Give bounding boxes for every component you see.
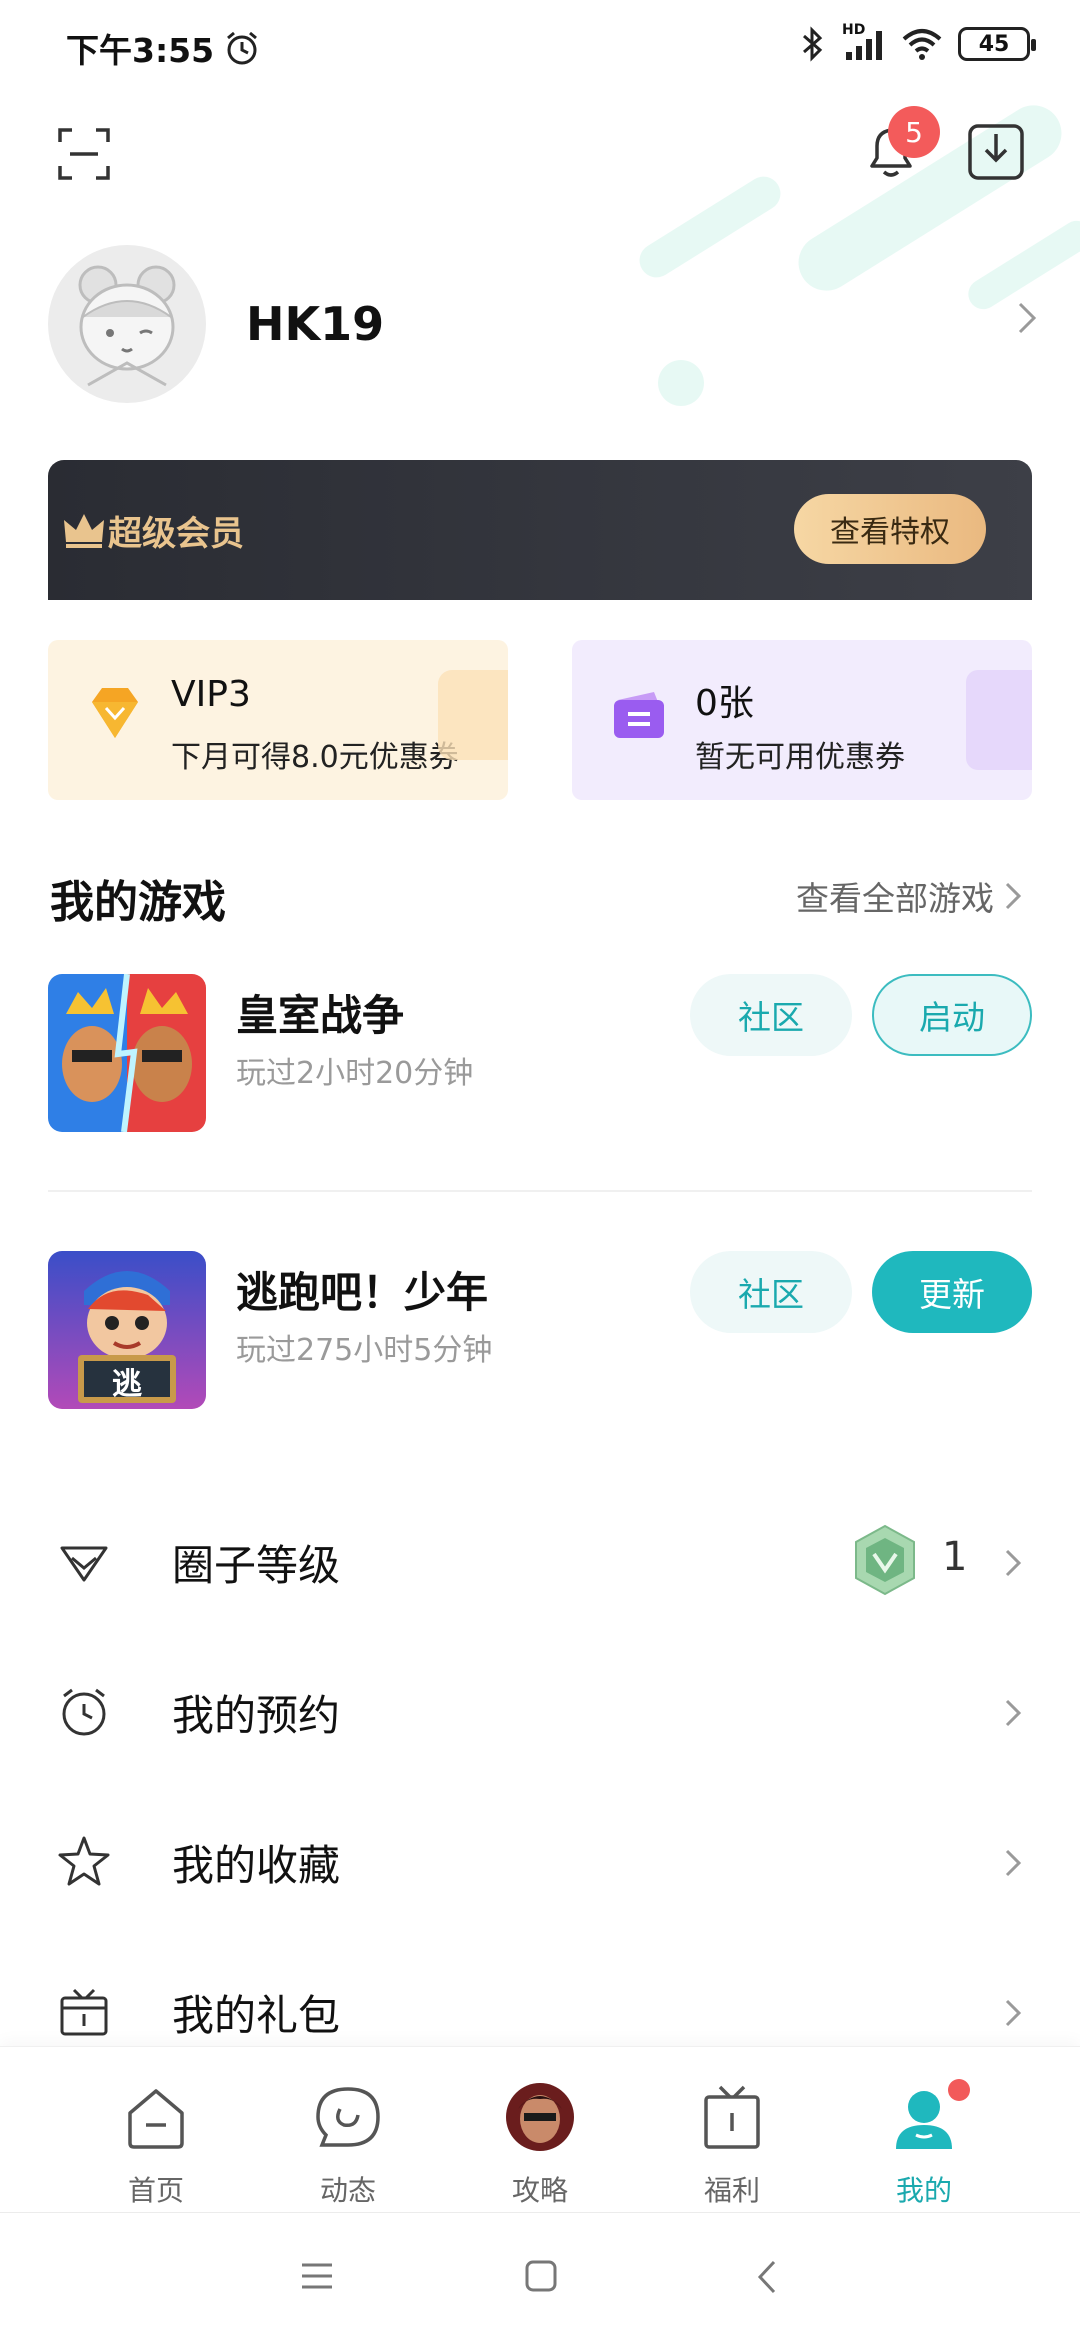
alarm-clock-icon: [62, 1688, 106, 1736]
view-privileges-button[interactable]: 查看特权: [794, 494, 986, 564]
view-all-games-link[interactable]: 查看全部游戏: [796, 872, 1022, 920]
view-all-games-label: 查看全部游戏: [796, 879, 994, 918]
nav-label: 首页: [127, 2174, 184, 2207]
update-button[interactable]: 更新: [872, 1251, 1032, 1333]
game-icon-label: 逃: [112, 1367, 142, 1402]
crown-icon: [64, 514, 104, 548]
chevron-right-icon: [1005, 1699, 1022, 1727]
chevron-right-icon: [1018, 302, 1037, 334]
avatar-illustration: [78, 265, 176, 387]
my-games-title: 我的游戏: [50, 877, 226, 928]
nav-home[interactable]: 首页: [96, 2067, 216, 2207]
nav-guides[interactable]: 攻略: [480, 2067, 600, 2207]
coupon-card-decoration: [966, 670, 1032, 770]
battery-level: 45: [978, 31, 1010, 57]
nav-label: 我的: [895, 2174, 952, 2207]
community-button[interactable]: 社区: [690, 974, 852, 1056]
menu-label: 圈子等级: [172, 1541, 341, 1590]
vip-level: VIP3: [171, 674, 251, 715]
community-button[interactable]: 社区: [690, 1251, 852, 1333]
chevron-right-icon: [1005, 882, 1022, 910]
level-badge-icon: [855, 1524, 915, 1596]
home-icon: [128, 2089, 184, 2149]
clash-royale-game-icon[interactable]: [48, 974, 206, 1132]
chevron-right-icon: [1005, 1999, 1022, 2027]
status-time: 下午3:55: [66, 31, 215, 70]
coupon-icon: [614, 692, 664, 738]
game-row[interactable]: 皇室战争 玩过2小时20分钟 社区 启动: [48, 974, 1032, 1134]
coupon-status-text: 暂无可用优惠券: [695, 740, 905, 775]
my-gift-packs-item[interactable]: 我的礼包: [48, 1956, 1032, 2056]
chevron-right-icon: [1005, 1549, 1022, 1577]
user-icon: [896, 2091, 952, 2149]
battery-icon: 45: [958, 27, 1036, 61]
guides-avatar-icon: [506, 2083, 574, 2151]
scan-icon[interactable]: [56, 126, 112, 182]
nav-label: 攻略: [511, 2174, 568, 2207]
game-name: 逃跑吧！少年: [236, 1268, 489, 1317]
divider: [48, 1190, 1032, 1192]
my-reservations-item[interactable]: 我的预约: [48, 1656, 1032, 1756]
game-playtime: 玩过2小时20分钟: [236, 1056, 474, 1091]
nav-benefits[interactable]: 福利: [672, 2067, 792, 2207]
wifi-icon: [902, 29, 942, 60]
menu-icon[interactable]: [300, 2261, 334, 2291]
notification-badge: 5: [888, 106, 940, 158]
menu-label: 我的礼包: [172, 1991, 341, 2040]
game-playtime: 玩过275小时5分钟: [236, 1333, 493, 1368]
nav-feed[interactable]: 动态: [288, 2067, 408, 2207]
chevron-right-icon: [1005, 1849, 1022, 1877]
bluetooth-icon: [803, 26, 823, 62]
game-name: 皇室战争: [236, 991, 405, 1040]
game-row[interactable]: 逃 逃跑吧！少年 玩过275小时5分钟 社区 更新: [48, 1251, 1032, 1411]
nav-label: 动态: [319, 2174, 376, 2207]
star-icon: [58, 1836, 110, 1886]
gift-icon: [704, 2085, 760, 2149]
circle-level-value: 1: [942, 1534, 968, 1580]
status-bar: 下午3:55 HD 45: [0, 0, 1080, 96]
coupon-count: 0张: [695, 683, 754, 724]
gift-icon: [60, 1988, 108, 2036]
diamond-icon: [92, 688, 138, 738]
menu-label: 我的收藏: [172, 1841, 341, 1890]
my-favorites-item[interactable]: 我的收藏: [48, 1806, 1032, 1906]
alarm-icon: [227, 31, 257, 65]
launch-button[interactable]: 启动: [872, 974, 1032, 1056]
coupon-card[interactable]: 0张 暂无可用优惠券: [572, 640, 1032, 800]
network-type-label: HD: [842, 22, 866, 38]
username: HK19: [246, 297, 385, 351]
nav-mine[interactable]: 我的: [864, 2067, 984, 2207]
cellular-signal-icon: HD: [842, 22, 886, 62]
avatar[interactable]: [48, 245, 206, 403]
home-square-icon[interactable]: [524, 2259, 558, 2293]
profile-row[interactable]: HK19: [48, 244, 1038, 404]
diamond-outline-icon: [60, 1546, 108, 1582]
circle-level-item[interactable]: 圈子等级 1: [48, 1506, 1032, 1606]
status-indicators: HD 45: [798, 22, 1036, 62]
nav-label: 福利: [703, 2174, 760, 2207]
bottom-navigation: 首页 动态 攻略 福利 我的: [0, 2046, 1080, 2212]
run-boy-game-icon[interactable]: 逃: [48, 1251, 206, 1409]
feed-icon: [316, 2087, 380, 2147]
vip-level-card[interactable]: VIP3 下月可得8.0元优惠券: [48, 640, 508, 800]
download-icon[interactable]: [966, 120, 1026, 182]
back-icon[interactable]: [756, 2259, 778, 2295]
system-navigation-bar: [0, 2212, 1080, 2340]
notification-dot: [948, 2079, 970, 2101]
vip-benefit-text: 下月可得8.0元优惠券: [171, 740, 459, 775]
vip-card-decoration: [438, 670, 508, 760]
super-member-title: 超级会员: [108, 514, 244, 554]
menu-label: 我的预约: [172, 1691, 341, 1740]
